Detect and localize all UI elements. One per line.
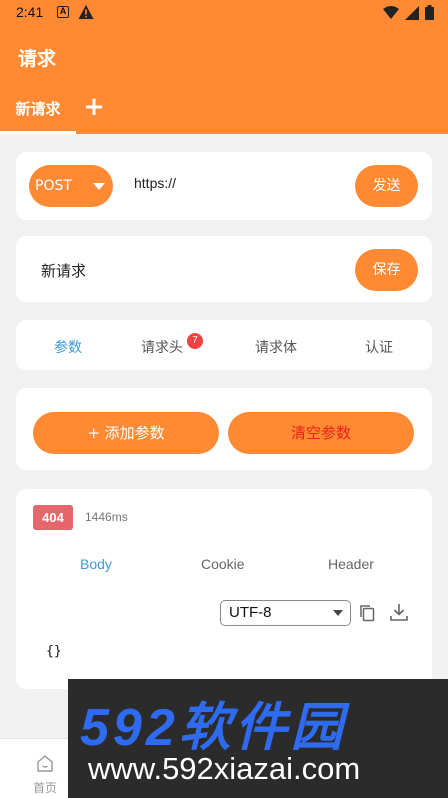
- signal-icon: [405, 5, 419, 20]
- download-icon[interactable]: [389, 602, 409, 622]
- response-duration: 1446ms: [85, 510, 128, 524]
- request-name-input[interactable]: 新请求: [41, 260, 86, 281]
- headers-count-badge: 7: [187, 333, 203, 349]
- chevron-down-icon: [93, 183, 105, 190]
- param-actions-card: + 添加参数 清空参数: [16, 388, 432, 470]
- request-line-card: POST https:// 发送: [16, 152, 432, 220]
- encoding-select[interactable]: UTF-8: [220, 600, 351, 626]
- copy-icon[interactable]: [359, 604, 375, 622]
- status-time: 2:41: [16, 4, 44, 20]
- add-tab-button[interactable]: +: [82, 94, 106, 120]
- tab-body[interactable]: 请求体: [255, 337, 297, 357]
- status-bar: 2:41 A: [0, 0, 448, 28]
- status-code-badge: 404: [33, 505, 73, 530]
- encoding-value: UTF-8: [229, 604, 272, 621]
- battery-icon: [425, 5, 434, 20]
- active-tab-indicator: [0, 131, 76, 134]
- home-icon: [37, 755, 53, 772]
- watermark-url: www.592xiazai.com: [88, 751, 361, 786]
- tab-response-body[interactable]: Body: [80, 556, 112, 572]
- watermark: 592软件园 www.592xiazai.com: [68, 679, 448, 798]
- send-button[interactable]: 发送: [355, 165, 418, 207]
- method-select[interactable]: POST: [29, 165, 113, 207]
- param-tabs-card: 参数 请求头 7 请求体 认证: [16, 320, 432, 370]
- chevron-down-icon: [333, 610, 343, 616]
- tab-auth[interactable]: 认证: [365, 337, 393, 357]
- watermark-logo: 592软件园: [80, 699, 347, 757]
- request-tab-strip: 新请求 +: [0, 84, 448, 134]
- add-param-button[interactable]: + 添加参数: [33, 412, 219, 454]
- page-title: 请求: [18, 48, 57, 70]
- tab-params[interactable]: 参数: [54, 337, 82, 357]
- tab-new-request[interactable]: 新请求: [0, 84, 76, 134]
- response-body-text: {}: [46, 644, 62, 659]
- url-input[interactable]: https://: [134, 175, 176, 191]
- clear-params-button[interactable]: 清空参数: [228, 412, 414, 454]
- save-button[interactable]: 保存: [355, 249, 418, 291]
- nav-home-label: 首页: [32, 781, 57, 795]
- response-card: 404 1446ms Body Cookie Header UTF-8 {}: [16, 489, 432, 689]
- notification-a-icon: A: [57, 6, 69, 18]
- tab-response-header[interactable]: Header: [328, 556, 374, 572]
- nav-home[interactable]: 首页: [20, 747, 70, 795]
- tab-response-cookie[interactable]: Cookie: [201, 556, 245, 572]
- warning-icon: [78, 5, 94, 19]
- app-bar: 请求: [0, 28, 448, 84]
- method-value: POST: [35, 178, 72, 194]
- request-name-card: 新请求 保存: [16, 236, 432, 302]
- wifi-icon: [383, 5, 399, 19]
- tab-headers[interactable]: 请求头: [141, 337, 183, 357]
